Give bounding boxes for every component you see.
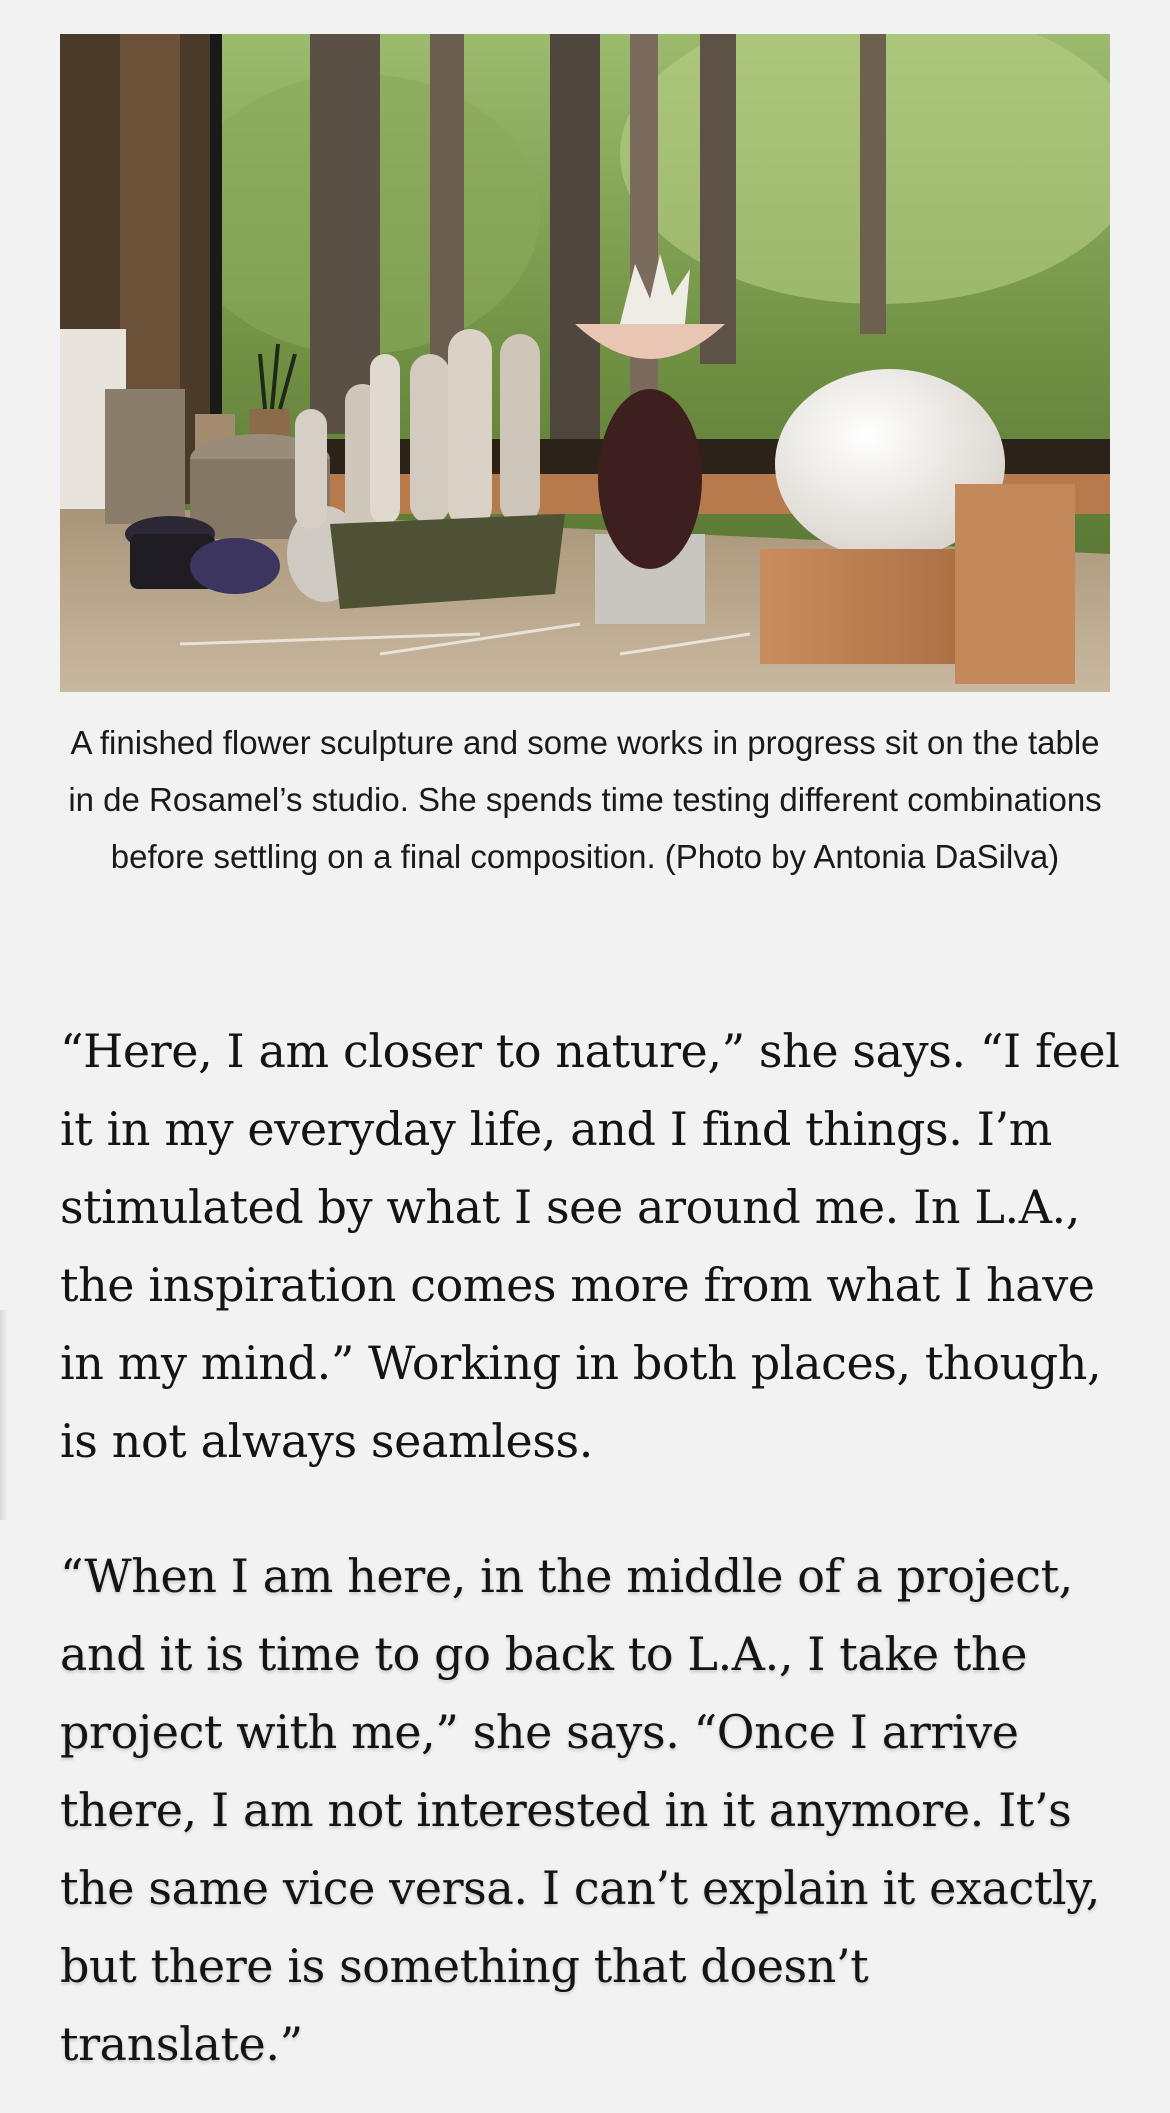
studio-photo-image [60,34,1110,692]
article: A finished flower sculpture and some wor… [0,0,1170,2113]
article-photo [60,34,1110,692]
photo-caption: A finished flower sculpture and some wor… [68,724,1102,875]
page-edge-shadow [0,1310,8,1520]
body-paragraph: “Here, I am closer to nature,” she says.… [60,1024,1120,1468]
body-paragraph: “When I am here, in the middle of a proj… [60,1549,1100,2071]
